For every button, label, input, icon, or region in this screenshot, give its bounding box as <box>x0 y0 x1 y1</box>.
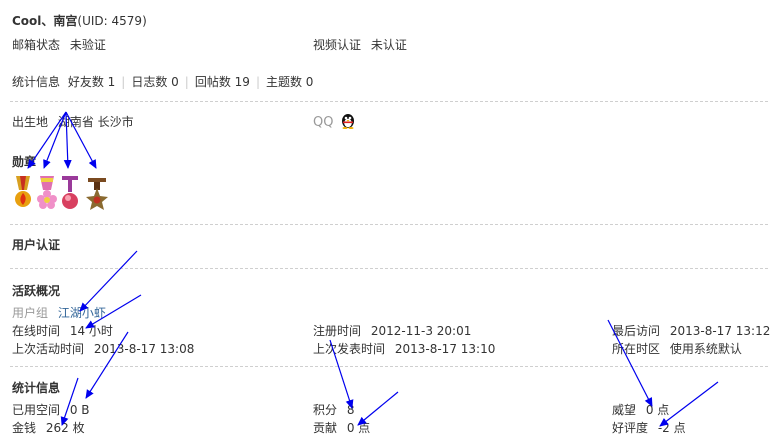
qq-label: QQ <box>313 115 334 130</box>
last-post-row: 上次发表时间 2013-8-17 13:10 <box>313 342 495 357</box>
last-visit-label: 最后访问 <box>612 324 661 338</box>
points-label: 积分 <box>313 403 338 417</box>
activity-title: 活跃概况 <box>12 284 61 298</box>
section-divider <box>10 366 768 367</box>
online-time-row: 在线时间 14 小时 <box>12 324 113 339</box>
section-divider <box>10 101 768 102</box>
video-status-row: 视频认证 未认证 <box>313 38 407 53</box>
online-time-label: 在线时间 <box>12 324 61 338</box>
used-space-row: 已用空间 0 B <box>12 403 90 418</box>
last-post-value: 2013-8-17 13:10 <box>394 342 496 356</box>
video-status-value: 未认证 <box>370 38 407 52</box>
stats-divider: | <box>255 75 260 89</box>
prestige-label: 威望 <box>612 403 637 417</box>
medal-pink-flower-icon[interactable] <box>37 176 57 212</box>
used-space-value: 0 B <box>69 403 90 417</box>
points-row: 积分 8 <box>313 403 354 418</box>
birthplace-row: 出生地 湖南省 长沙市 <box>12 115 134 130</box>
register-time-row: 注册时间 2012-11-3 20:01 <box>313 324 471 339</box>
last-visit-value: 2013-8-17 13:12 <box>669 324 771 338</box>
used-space-label: 已用空间 <box>12 403 61 417</box>
medal-bronze-star-icon[interactable] <box>86 176 108 212</box>
annotation-arrows <box>27 111 719 427</box>
medals-title: 勋章 <box>12 155 37 169</box>
money-row: 金钱 262 枚 <box>12 421 85 436</box>
last-active-value: 2013-8-17 13:08 <box>93 342 195 356</box>
statistics-title: 统计信息 <box>12 381 61 395</box>
rating-row: 好评度 -2 点 <box>612 421 686 436</box>
timezone-row: 所在时区 使用系统默认 <box>612 342 742 357</box>
prestige-row: 威望 0 点 <box>612 403 669 418</box>
birthplace-label: 出生地 <box>12 115 49 129</box>
last-active-row: 上次活动时间 2013-8-17 13:08 <box>12 342 194 357</box>
stats-divider: | <box>121 75 126 89</box>
medal-purple-orb-icon[interactable] <box>60 176 80 212</box>
prestige-value: 0 点 <box>645 403 670 417</box>
username-text: Cool、南宫 <box>12 14 78 28</box>
user-group-link[interactable]: 江湖小虾 <box>58 306 106 320</box>
blogs-count-link[interactable]: 日志数 0 <box>131 75 178 89</box>
email-status-label: 邮箱状态 <box>12 38 61 52</box>
register-time-label: 注册时间 <box>313 324 362 338</box>
last-active-label: 上次活动时间 <box>12 342 85 356</box>
section-divider <box>10 224 768 225</box>
medal-gold-fire-icon[interactable] <box>13 176 33 212</box>
section-divider <box>10 268 768 269</box>
timezone-label: 所在时区 <box>612 342 661 356</box>
replies-count-link[interactable]: 回帖数 19 <box>195 75 250 89</box>
video-status-label: 视频认证 <box>313 38 362 52</box>
contribution-row: 贡献 0 点 <box>313 421 370 436</box>
stats-row: 统计信息 好友数 1 | 日志数 0 | 回帖数 19 | 主题数 0 <box>12 75 313 90</box>
stats-label: 统计信息 <box>12 75 61 89</box>
threads-count-link[interactable]: 主题数 0 <box>266 75 313 89</box>
qq-row: QQ <box>313 115 333 130</box>
points-value: 8 <box>346 403 355 417</box>
register-time-value: 2012-11-3 20:01 <box>370 324 472 338</box>
annotation-arrow <box>79 250 138 312</box>
user-group-row: 用户组 江湖小虾 <box>12 306 106 321</box>
online-time-value: 14 小时 <box>69 324 113 338</box>
last-post-label: 上次发表时间 <box>313 342 386 356</box>
last-visit-row: 最后访问 2013-8-17 13:12 <box>612 324 770 339</box>
qq-penguin-icon[interactable] <box>339 111 357 129</box>
timezone-value: 使用系统默认 <box>669 342 742 356</box>
auth-title: 用户认证 <box>12 238 61 252</box>
birthplace-value: 湖南省 长沙市 <box>57 115 134 129</box>
email-status-value: 未验证 <box>69 38 106 52</box>
email-status-row: 邮箱状态 未验证 <box>12 38 106 53</box>
user-group-label: 用户组 <box>12 306 49 320</box>
uid-text: (UID: 4579) <box>77 14 147 28</box>
stats-divider: | <box>184 75 189 89</box>
friends-count-link[interactable]: 好友数 1 <box>68 75 115 89</box>
username: Cool、南宫(UID: 4579) <box>12 14 147 29</box>
